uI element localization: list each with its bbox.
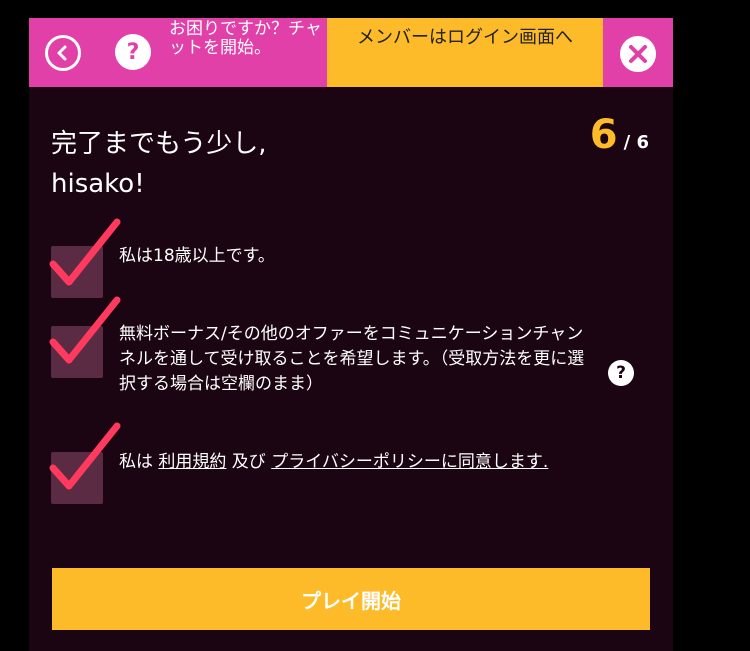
start-play-button[interactable]: プレイ開始	[52, 568, 650, 630]
step-indicator: 6/ 6	[590, 112, 649, 158]
top-bar: ? お困りですか？チャットを開始。 メンバーはログイン画面へ	[29, 18, 673, 87]
step-total: / 6	[623, 132, 649, 153]
member-login-link[interactable]: メンバーはログイン画面へ	[329, 24, 601, 52]
info-icon[interactable]: ?	[608, 360, 634, 386]
title-line-1: 完了までもう少し,	[51, 129, 267, 159]
chat-link[interactable]: お困りですか？チャットを開始。	[169, 20, 329, 58]
terms-middle: 及び	[226, 452, 272, 472]
close-icon	[622, 38, 654, 70]
checkmark-icon	[49, 422, 121, 490]
back-button[interactable]	[45, 35, 81, 71]
title-line-2: hisako!	[51, 169, 145, 199]
registration-modal: ? お困りですか？チャットを開始。 メンバーはログイン画面へ 完了までもう少し,…	[29, 18, 673, 651]
info-question-mark: ?	[616, 363, 626, 383]
terms-consent-label: 私は 利用規約 及び プライバシーポリシーに同意します.	[119, 450, 639, 475]
privacy-policy-link[interactable]: プライバシーポリシーに同意します.	[271, 452, 548, 472]
chat-help-button[interactable]: ?	[115, 34, 151, 70]
page-title: 完了までもう少し, hisako!	[51, 124, 267, 204]
terms-link[interactable]: 利用規約	[158, 452, 226, 472]
age-confirm-label: 私は18歳以上です。	[119, 246, 275, 266]
question-icon: ?	[126, 39, 140, 65]
checkmark-icon	[49, 218, 121, 286]
chevron-left-icon	[57, 45, 67, 61]
terms-prefix: 私は	[119, 452, 159, 472]
bonus-offer-label: 無料ボーナス/その他のオファーをコミュニケーションチャンネルを通して受け取ること…	[119, 324, 585, 394]
step-current: 6	[589, 112, 618, 158]
close-button[interactable]	[620, 36, 656, 72]
checkmark-icon	[49, 296, 121, 364]
